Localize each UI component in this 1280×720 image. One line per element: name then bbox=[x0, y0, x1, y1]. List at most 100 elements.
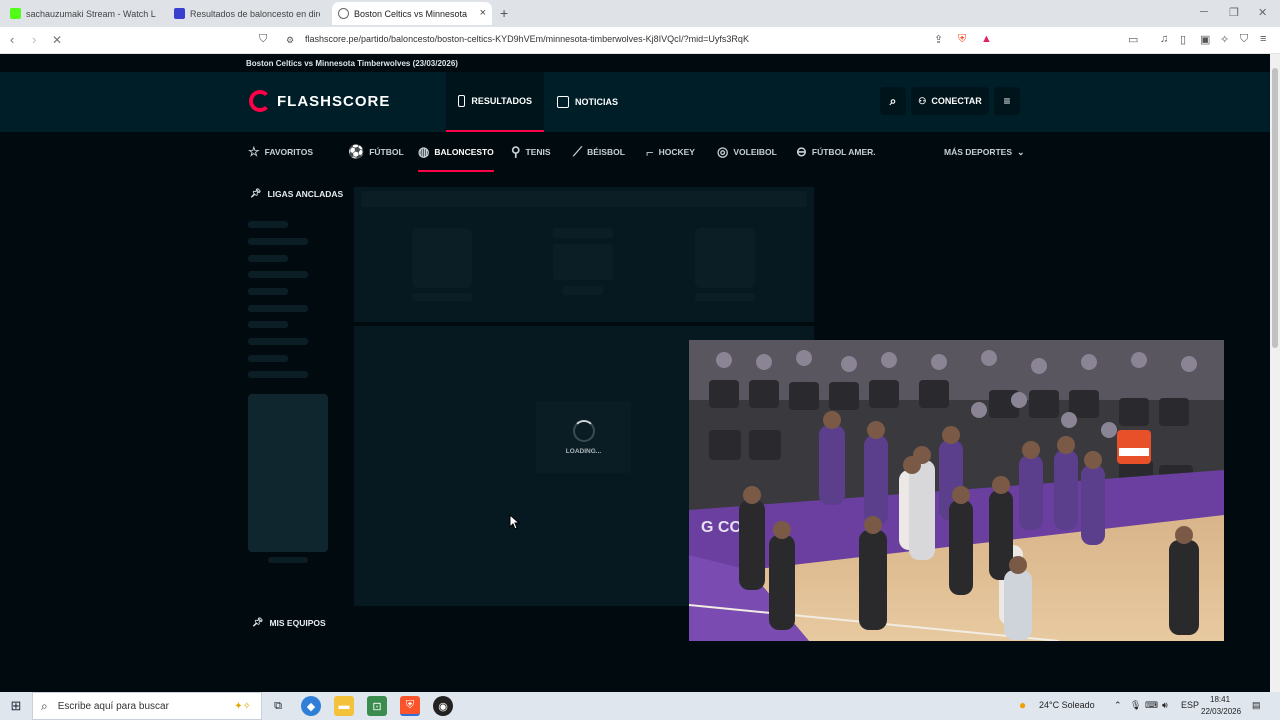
wallet-icon[interactable]: ▣ bbox=[1200, 33, 1210, 46]
login-button[interactable]: ⚇ CONECTAR bbox=[911, 87, 989, 115]
taskbar-search[interactable]: ⌕ Escribe aquí para buscar ✦✧ bbox=[32, 692, 262, 720]
hockey-stick-icon: ⌐ bbox=[646, 144, 654, 160]
language-indicator[interactable]: ESP bbox=[1181, 700, 1199, 710]
loading-label: LOADING... bbox=[565, 447, 602, 455]
app-icon[interactable]: ◉ bbox=[433, 696, 453, 716]
sport-futbol[interactable]: ⚽ FÚTBOL bbox=[348, 132, 404, 172]
bookmark-icon[interactable]: ⛉ bbox=[259, 33, 267, 46]
menu-icon[interactable]: ≡ bbox=[1260, 33, 1266, 45]
tab-title: Resultados de baloncesto en directo bbox=[190, 8, 320, 19]
sport-label: FÚTBOL bbox=[369, 147, 404, 157]
sport-tenis[interactable]: ⚲ TENIS bbox=[511, 132, 551, 172]
sport-hockey[interactable]: ⌐ HOCKEY bbox=[646, 132, 695, 172]
search-icon: ⌕ bbox=[41, 698, 48, 713]
new-tab-icon[interactable]: + bbox=[500, 5, 508, 21]
reader-mode-icon[interactable]: ▭ bbox=[1128, 33, 1138, 46]
search-placeholder: Escribe aquí para buscar bbox=[57, 700, 169, 712]
loading-indicator: LOADING... bbox=[536, 401, 631, 473]
volleyball-icon: ◎ bbox=[717, 144, 729, 159]
browser-tab-kick[interactable]: sachauzumaki Stream - Watch Live o bbox=[4, 2, 164, 25]
logo-text: FLASHSCORE bbox=[277, 92, 391, 110]
task-view-icon[interactable]: ⧉ bbox=[268, 696, 288, 716]
media-icon[interactable]: ♫ bbox=[1160, 33, 1168, 45]
share-icon[interactable]: ⇪ bbox=[934, 33, 943, 46]
skeleton-line bbox=[563, 286, 603, 295]
skeleton-league-item bbox=[248, 288, 288, 295]
pip-video-player[interactable]: G COW bbox=[689, 340, 1224, 641]
nav-noticias[interactable]: NOTICIAS bbox=[545, 72, 635, 132]
browser-tab-match[interactable]: Boston Celtics vs Minnesota Timb × bbox=[332, 2, 492, 25]
flashscore-logo[interactable]: FLASHSCORE bbox=[249, 90, 390, 112]
sport-label: TENIS bbox=[525, 147, 551, 157]
forward-icon[interactable]: › bbox=[32, 32, 36, 47]
close-tab-icon[interactable]: × bbox=[480, 7, 486, 19]
mouse-cursor-icon bbox=[509, 514, 521, 530]
hamburger-menu-button[interactable]: ≡ bbox=[994, 87, 1020, 115]
skeleton-league-item bbox=[248, 338, 308, 345]
chevron-down-icon: ⌄ bbox=[1017, 146, 1025, 157]
basketball-video-frame: G COW bbox=[689, 340, 1224, 641]
close-window-icon[interactable]: ✕ bbox=[1258, 6, 1267, 19]
skeleton-league-item bbox=[248, 255, 288, 262]
skeleton-line bbox=[412, 293, 472, 301]
back-icon[interactable]: ‹ bbox=[10, 32, 14, 47]
microphone-icon[interactable]: 🎙︎ bbox=[1130, 700, 1141, 711]
weather-sun-icon: ● bbox=[1019, 698, 1027, 712]
sport-baloncesto[interactable]: ◍ BALONCESTO bbox=[418, 132, 494, 172]
sidebar-icon[interactable]: ▯ bbox=[1180, 33, 1186, 46]
skeleton-line bbox=[553, 228, 613, 238]
site-settings-icon[interactable]: ⚙ bbox=[286, 35, 294, 46]
store-icon[interactable]: ⊡ bbox=[367, 696, 387, 716]
leo-ai-icon[interactable]: ✧ bbox=[1220, 33, 1229, 46]
skeleton-banner bbox=[248, 394, 328, 552]
sport-label: HOCKEY bbox=[658, 147, 695, 157]
network-icon[interactable]: ⌨ bbox=[1145, 700, 1158, 711]
stop-loading-icon[interactable]: ✕ bbox=[52, 33, 62, 47]
spinner-icon bbox=[572, 419, 595, 442]
brave-shields-icon[interactable]: ⛨ bbox=[958, 33, 966, 46]
clock-date[interactable]: 22/03/2026 bbox=[1201, 707, 1241, 716]
tab-title: sachauzumaki Stream - Watch Live o bbox=[26, 8, 156, 19]
skeleton-line bbox=[268, 557, 308, 563]
user-icon: ⚇ bbox=[918, 95, 927, 106]
clock-time[interactable]: 18:41 bbox=[1210, 695, 1230, 704]
tennis-racket-icon: ⚲ bbox=[511, 144, 521, 159]
brave-rewards-icon[interactable]: ▲ bbox=[981, 33, 992, 45]
windows-start-icon[interactable]: ⊞ bbox=[6, 696, 26, 716]
news-icon bbox=[557, 96, 569, 108]
scoreboard-icon bbox=[458, 95, 466, 107]
kick-favicon-icon bbox=[10, 8, 21, 19]
sport-voleibol[interactable]: ◎ VOLEIBOL bbox=[717, 132, 777, 172]
browser-tab-resultados[interactable]: Resultados de baloncesto en directo bbox=[168, 2, 328, 25]
section-label: MIS EQUIPOS bbox=[269, 617, 326, 628]
page-scrollbar[interactable] bbox=[1270, 54, 1280, 692]
sport-label: FAVORITOS bbox=[264, 147, 313, 157]
url-field[interactable]: flashscore.pe/partido/baloncesto/boston-… bbox=[305, 34, 749, 44]
volume-icon[interactable]: 🔊︎ bbox=[1162, 700, 1168, 711]
hamburger-icon: ≡ bbox=[1003, 94, 1011, 108]
more-sports-dropdown[interactable]: MÁS DEPORTES ⌄ bbox=[944, 132, 1025, 172]
nav-resultados[interactable]: RESULTADOS bbox=[446, 72, 544, 132]
weather-text[interactable]: 24°C Soleado bbox=[1039, 700, 1095, 710]
pinned-leagues-title: 📌︎ LIGAS ANCLADAS bbox=[250, 188, 343, 199]
scrollbar-thumb[interactable] bbox=[1272, 68, 1278, 348]
sport-favoritos[interactable]: ☆ FAVORITOS bbox=[248, 132, 313, 172]
file-explorer-icon[interactable]: ▬ bbox=[334, 696, 354, 716]
nav-label: RESULTADOS bbox=[471, 96, 532, 106]
my-teams-title: 📌︎ MIS EQUIPOS bbox=[252, 617, 326, 628]
vpn-icon[interactable]: ⛉ bbox=[1240, 33, 1248, 46]
brave-browser-icon[interactable]: ⛨ bbox=[400, 696, 420, 716]
sport-futbol-americano[interactable]: ⊖ FÚTBOL AMER. bbox=[796, 132, 876, 172]
web-page: Boston Celtics vs Minnesota Timberwolves… bbox=[0, 54, 1270, 692]
notifications-icon[interactable]: ▤ bbox=[1252, 700, 1261, 711]
section-label: LIGAS ANCLADAS bbox=[267, 188, 344, 199]
windows-taskbar: ⊞ ⌕ Escribe aquí para buscar ✦✧ ⧉ ◆ ▬ ⊡ … bbox=[0, 692, 1280, 720]
minimize-icon[interactable]: ─ bbox=[1200, 6, 1208, 18]
sport-label: BÉISBOL bbox=[587, 147, 625, 157]
sport-beisbol[interactable]: ⟋ BÉISBOL bbox=[573, 132, 625, 172]
copilot-icon[interactable]: ◆ bbox=[301, 696, 321, 716]
chevron-up-icon[interactable]: ⌃ bbox=[1114, 700, 1122, 711]
skeleton-league-item bbox=[248, 238, 308, 245]
restore-icon[interactable]: ❐ bbox=[1229, 6, 1239, 19]
search-button[interactable]: ⌕ bbox=[880, 87, 906, 115]
